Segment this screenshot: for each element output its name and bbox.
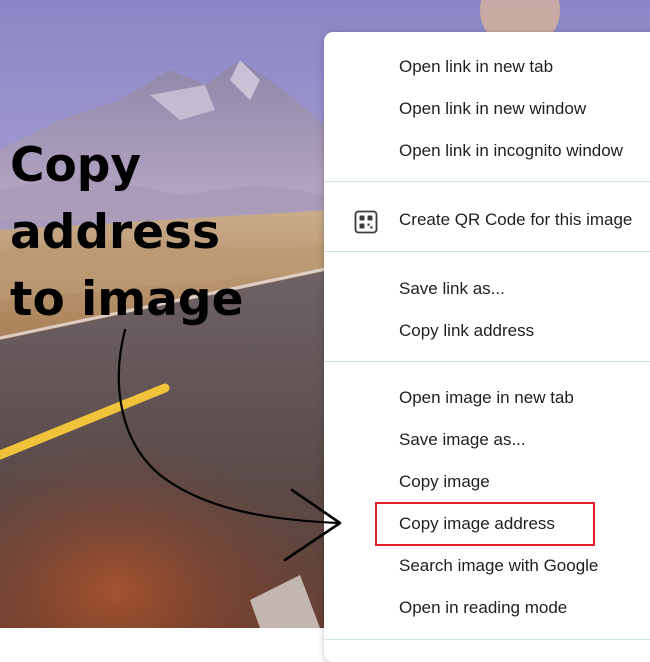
menu-divider: [324, 361, 650, 362]
menu-divider: [324, 181, 650, 182]
highlight-box: [375, 502, 595, 546]
menu-item-copy-link-address[interactable]: Copy link address: [324, 310, 650, 352]
annotation-line: Copy: [10, 138, 142, 193]
menu-divider: [324, 251, 650, 252]
menu-item-open-image-new-tab[interactable]: Open image in new tab: [324, 377, 650, 419]
menu-item-copy-image[interactable]: Copy image: [324, 461, 650, 503]
menu-item-search-image-google[interactable]: Search image with Google: [324, 545, 650, 587]
menu-divider: [324, 639, 650, 640]
menu-item-create-qr-code[interactable]: Create QR Code for this image: [324, 199, 650, 241]
menu-item-label: Create QR Code for this image: [399, 210, 633, 229]
qr-code-icon: [354, 208, 378, 234]
menu-item-open-link-new-tab[interactable]: Open link in new tab: [324, 46, 650, 88]
menu-item-open-reading-mode[interactable]: Open in reading mode: [324, 587, 650, 629]
menu-item-save-image-as[interactable]: Save image as...: [324, 419, 650, 461]
context-menu: Open link in new tab Open link in new wi…: [324, 32, 650, 662]
annotation-text: Copy address to image: [10, 132, 330, 333]
annotation-line: to image: [10, 272, 244, 327]
menu-item-open-link-new-window[interactable]: Open link in new window: [324, 88, 650, 130]
menu-item-save-link-as[interactable]: Save link as...: [324, 268, 650, 310]
annotation-line: address: [10, 205, 221, 260]
menu-item-open-link-incognito[interactable]: Open link in incognito window: [324, 130, 650, 172]
